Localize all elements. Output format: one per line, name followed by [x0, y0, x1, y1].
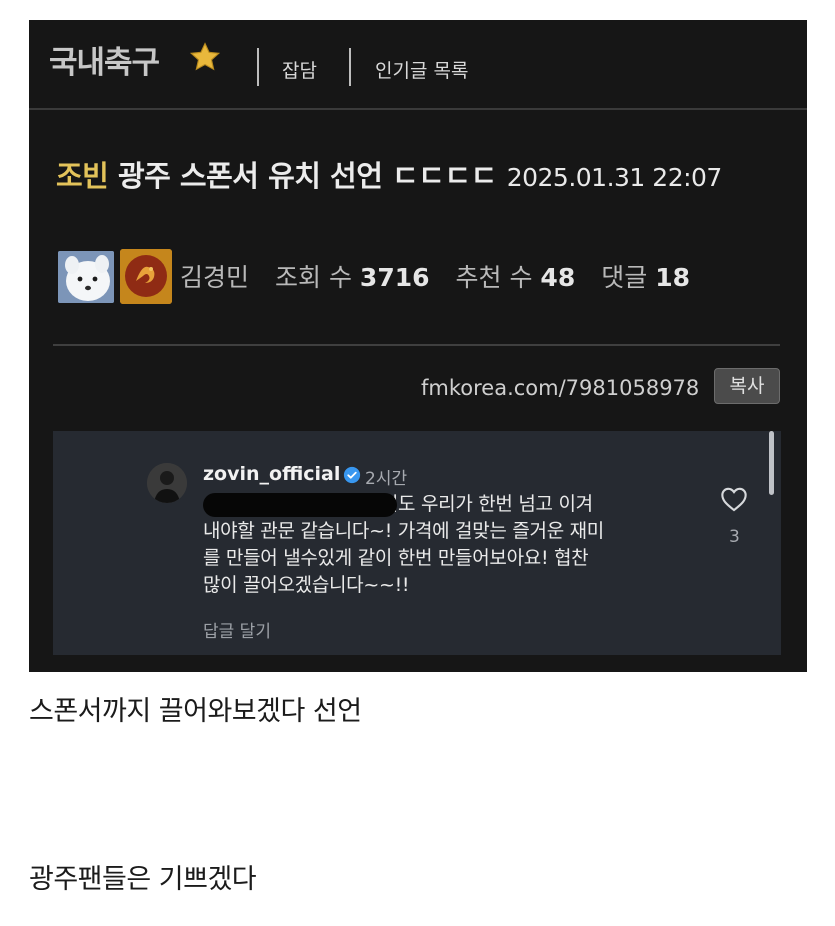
- comment-like-count: 3: [729, 527, 740, 547]
- body-text-line: 광주팬들은 기쁘겠다: [29, 864, 257, 895]
- post-title-text: 광주 스폰서 유치 선언 ㄷㄷㄷㄷ: [108, 159, 497, 193]
- post-title[interactable]: 조빈 광주 스폰서 유치 선언 ㄷㄷㄷㄷ 2025.01.31 22:07: [56, 155, 796, 199]
- divider: [53, 344, 780, 346]
- views-label: 조회 수: [275, 263, 352, 292]
- nav-link-popular[interactable]: 인기글 목록: [375, 56, 468, 83]
- star-icon[interactable]: [188, 40, 222, 74]
- nav-link-chat[interactable]: 잡담: [282, 56, 317, 83]
- nav-separator: [349, 48, 351, 86]
- nav-separator: [257, 48, 259, 86]
- screenshot: 국내축구 잡담 인기글 목록 조빈 광주 스폰서 유치 선언 ㄷㄷㄷㄷ 2025.…: [29, 20, 807, 672]
- post-meta: 김경민 조회 수 3716 추천 수 48 댓글 18: [180, 258, 690, 294]
- embedded-comment: zovin_official 2시간 이마저도 우리가 한번 넘고 이겨 내야할…: [53, 431, 781, 655]
- copy-button[interactable]: 복사: [714, 368, 780, 404]
- heart-icon[interactable]: [720, 486, 748, 512]
- comments-label: 댓글: [601, 263, 648, 292]
- level-badge-icon: [120, 249, 172, 304]
- body-text-line: 스폰서까지 끌어와보겠다 선언: [29, 696, 362, 727]
- author-avatar[interactable]: [58, 251, 114, 303]
- comment-username[interactable]: zovin_official: [203, 463, 340, 485]
- reply-link[interactable]: 답글 달기: [203, 617, 271, 642]
- comment-time: 2시간: [365, 469, 408, 489]
- likes-count: 48: [540, 263, 576, 292]
- comments-count: 18: [655, 263, 690, 292]
- board-header: 국내축구 잡담 인기글 목록: [29, 20, 807, 110]
- verified-icon: [343, 466, 361, 484]
- views-count: 3716: [359, 263, 430, 292]
- likes-label: 추천 수: [455, 263, 533, 292]
- scrollbar[interactable]: [769, 431, 774, 495]
- board-title[interactable]: 국내축구: [49, 37, 160, 82]
- post-tag: 조빈: [56, 159, 109, 193]
- post-url[interactable]: fmkorea.com/7981058978: [421, 376, 699, 400]
- comment-avatar[interactable]: [147, 463, 187, 503]
- post-date: 2025.01.31 22:07: [506, 163, 723, 192]
- author-name[interactable]: 김경민: [180, 263, 249, 292]
- redaction-mark: [203, 493, 397, 517]
